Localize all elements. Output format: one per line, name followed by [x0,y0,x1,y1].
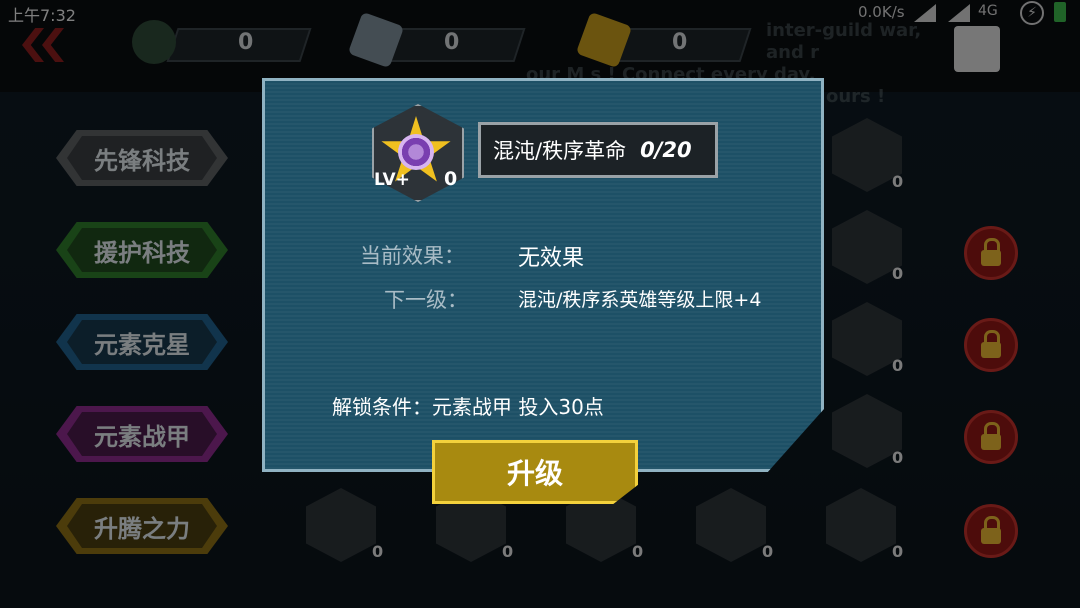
skill-progress: 0/20 [640,138,692,162]
skill-title-box: 混沌/秩序革命 0/20 [478,122,718,178]
upgrade-button-label: 升级 [506,457,563,490]
next-level-label: 下一级： [384,288,468,312]
skill-name: 混沌/秩序革命 [493,139,627,163]
spiral-icon [398,134,434,170]
skill-level: 0 [444,168,458,190]
current-effect-label: 当前效果： [360,244,465,268]
level-badge: LV+ [374,170,410,190]
skill-icon: LV+ 0 [368,104,464,204]
next-level-value: 混沌/秩序系英雄等级上限+4 [518,289,762,311]
current-effect-value: 无效果 [518,246,585,271]
unlock-condition: 解锁条件：元素战甲 投入30点 [332,395,604,419]
upgrade-button[interactable]: 升级 [432,440,638,504]
